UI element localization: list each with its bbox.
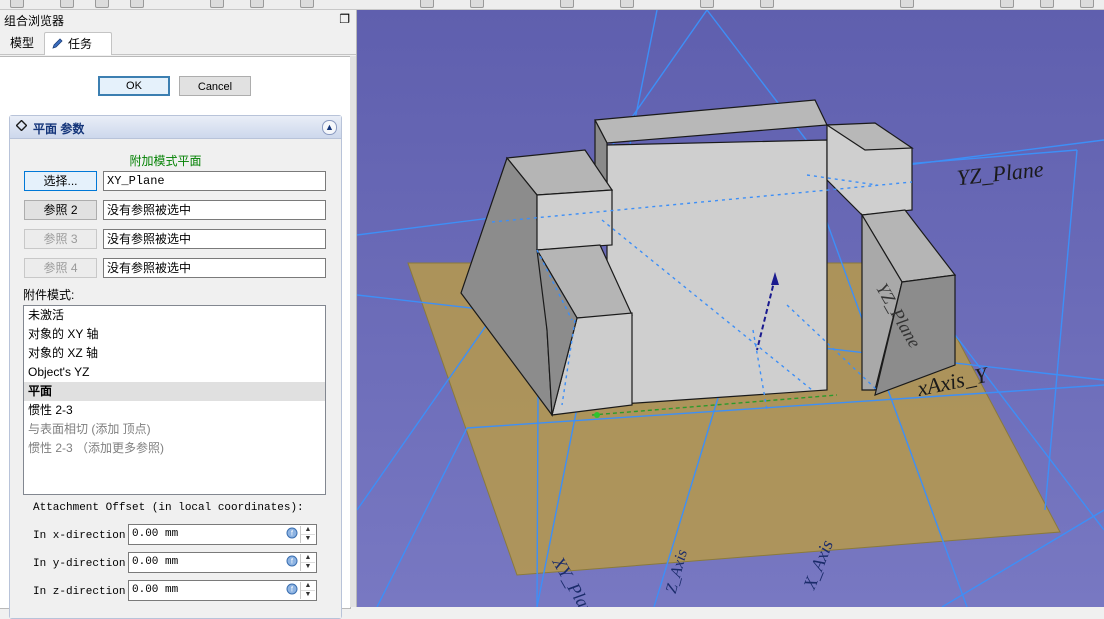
svg-text:f: f bbox=[291, 559, 293, 566]
3d-viewport[interactable]: YZ_Plane xAxis_Y YZ_Plane X_Axis XY_Plan… bbox=[357, 10, 1104, 607]
y-offset-spinbox[interactable]: 0.00 mm f ▲ ▼ bbox=[128, 552, 317, 573]
attachment-mode-label: 附件模式: bbox=[23, 288, 75, 302]
toolbar-button[interactable] bbox=[250, 0, 264, 8]
toolbar-button[interactable] bbox=[420, 0, 434, 8]
toolbar-button[interactable] bbox=[210, 0, 224, 8]
cancel-button[interactable]: Cancel bbox=[179, 76, 251, 96]
spin-down-icon[interactable]: ▼ bbox=[301, 591, 315, 599]
spin-arrows: ▲ ▼ bbox=[300, 526, 315, 543]
panel-title: 组合浏览器 bbox=[4, 14, 65, 28]
attachment-offset-label: Attachment Offset (in local coordinates)… bbox=[33, 502, 304, 514]
mode-item[interactable]: 对象的 XZ 轴 bbox=[24, 344, 325, 363]
toolbar-button[interactable] bbox=[300, 0, 314, 8]
mode-item[interactable]: 与表面相切 (添加 顶点) bbox=[24, 420, 325, 439]
ref2-field[interactable]: 没有参照被选中 bbox=[103, 200, 326, 220]
spin-arrows: ▲ ▼ bbox=[300, 582, 315, 599]
toolbar-button[interactable] bbox=[60, 0, 74, 8]
collapse-icon[interactable]: ▲ bbox=[322, 120, 337, 135]
toolbar-button[interactable] bbox=[1000, 0, 1014, 8]
z-offset-value[interactable]: 0.00 mm bbox=[132, 584, 178, 596]
toolbar-button[interactable] bbox=[560, 0, 574, 8]
toolbar-button[interactable] bbox=[1040, 0, 1054, 8]
tab-task[interactable]: 任务 bbox=[44, 32, 112, 55]
toolbar-button[interactable] bbox=[900, 0, 914, 8]
toolbar-button[interactable] bbox=[470, 0, 484, 8]
toolbar-button[interactable] bbox=[760, 0, 774, 8]
ok-button[interactable]: OK bbox=[98, 76, 170, 96]
z-direction-label: In z-direction: bbox=[33, 586, 133, 598]
ref4-button: 参照 4 bbox=[24, 258, 97, 278]
expression-icon[interactable]: f bbox=[286, 527, 298, 539]
main-toolbar bbox=[0, 0, 1104, 10]
ref1-field[interactable]: XY_Plane bbox=[103, 171, 326, 191]
y-offset-value[interactable]: 0.00 mm bbox=[132, 556, 178, 568]
toolbar-button[interactable] bbox=[700, 0, 714, 8]
section-header[interactable]: 平面 参数 ▲ bbox=[10, 116, 341, 139]
svg-text:f: f bbox=[291, 531, 293, 538]
toolbar-button[interactable] bbox=[620, 0, 634, 8]
origin-point[interactable] bbox=[594, 412, 600, 418]
viewport-scene[interactable]: YZ_Plane xAxis_Y YZ_Plane X_Axis XY_Plan… bbox=[357, 10, 1104, 607]
toolbar-button[interactable] bbox=[130, 0, 144, 8]
spin-up-icon[interactable]: ▲ bbox=[301, 554, 315, 563]
tab-model-label: 模型 bbox=[10, 36, 35, 50]
y-direction-label: In y-direction: bbox=[33, 558, 133, 570]
expression-icon[interactable]: f bbox=[286, 583, 298, 595]
mode-item[interactable]: 惯性 2-3 （添加更多参照) bbox=[24, 439, 325, 458]
spin-up-icon[interactable]: ▲ bbox=[301, 526, 315, 535]
z-offset-spinbox[interactable]: 0.00 mm f ▲ ▼ bbox=[128, 580, 317, 601]
pencil-icon bbox=[52, 38, 63, 49]
expression-icon[interactable]: f bbox=[286, 555, 298, 567]
spin-arrows: ▲ ▼ bbox=[300, 554, 315, 571]
panel-scrollbar[interactable] bbox=[350, 56, 356, 607]
mode-item-selected[interactable]: 平面 bbox=[24, 382, 325, 401]
x-direction-label: In x-direction: bbox=[33, 530, 133, 542]
spin-down-icon[interactable]: ▼ bbox=[301, 535, 315, 543]
section-title: 平面 参数 bbox=[33, 122, 85, 136]
svg-text:f: f bbox=[291, 587, 293, 594]
mode-item[interactable]: 未激活 bbox=[24, 306, 325, 325]
toolbar-button[interactable] bbox=[1080, 0, 1094, 8]
mode-item[interactable]: 惯性 2-3 bbox=[24, 401, 325, 420]
panel-titlebar: 组合浏览器 ❐ bbox=[0, 10, 356, 29]
ref3-field[interactable]: 没有参照被选中 bbox=[103, 229, 326, 249]
select-ref-button[interactable]: 选择... bbox=[24, 171, 97, 191]
attachment-status: 附加模式平面 bbox=[129, 154, 202, 168]
combo-view-panel: 组合浏览器 ❐ 模型 任务 OK Cancel 平面 参数 ▲ 附加模式平面 选… bbox=[0, 10, 357, 619]
attachment-mode-list[interactable]: 未激活 对象的 XY 轴 对象的 XZ 轴 Object's YZ 平面 惯性 … bbox=[23, 305, 326, 495]
toolbar-button[interactable] bbox=[10, 0, 24, 8]
x-offset-value[interactable]: 0.00 mm bbox=[132, 528, 178, 540]
ref2-button[interactable]: 参照 2 bbox=[24, 200, 97, 220]
tab-task-label: 任务 bbox=[68, 37, 93, 51]
datum-plane-icon bbox=[16, 120, 27, 131]
toolbar-button[interactable] bbox=[95, 0, 109, 8]
mode-item[interactable]: Object's YZ bbox=[24, 363, 325, 382]
ref4-field[interactable]: 没有参照被选中 bbox=[103, 258, 326, 278]
ref3-button: 参照 3 bbox=[24, 229, 97, 249]
spin-down-icon[interactable]: ▼ bbox=[301, 563, 315, 571]
panel-tabs: 模型 任务 bbox=[0, 30, 356, 55]
x-offset-spinbox[interactable]: 0.00 mm f ▲ ▼ bbox=[128, 524, 317, 545]
float-window-icon[interactable]: ❐ bbox=[339, 12, 350, 26]
tab-model[interactable]: 模型 bbox=[2, 32, 42, 54]
spin-up-icon[interactable]: ▲ bbox=[301, 582, 315, 591]
mode-item[interactable]: 对象的 XY 轴 bbox=[24, 325, 325, 344]
